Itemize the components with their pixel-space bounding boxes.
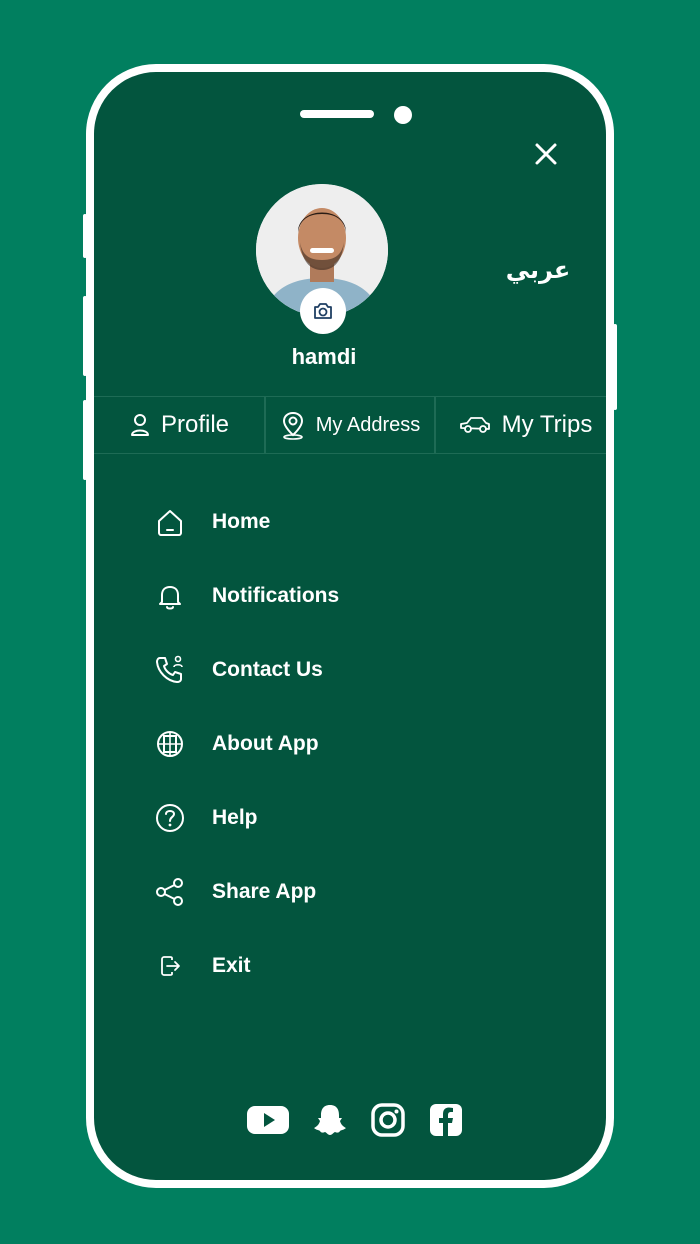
facebook-icon[interactable] <box>428 1102 464 1138</box>
menu-label: Help <box>212 806 258 829</box>
menu-item-contact-us[interactable]: Contact Us <box>150 650 450 690</box>
menu-item-notifications[interactable]: Notifications <box>150 576 450 616</box>
instagram-icon[interactable] <box>370 1102 406 1138</box>
menu-label: About App <box>212 732 319 755</box>
menu-label: Exit <box>212 954 251 977</box>
front-camera <box>394 106 412 124</box>
menu-label: Contact Us <box>212 658 323 681</box>
username: hamdi <box>291 344 357 369</box>
menu-item-exit[interactable]: Exit <box>150 946 450 986</box>
camera-icon <box>314 303 332 319</box>
menu-item-help[interactable]: Help <box>150 798 450 838</box>
car-icon <box>459 417 490 433</box>
help-icon <box>150 798 190 838</box>
exit-icon <box>150 946 190 986</box>
menu-label: Notifications <box>212 584 340 607</box>
tab-label: My Trips <box>501 411 593 438</box>
close-button[interactable] <box>530 138 562 170</box>
menu-item-about-app[interactable]: About App <box>150 724 450 764</box>
youtube-icon[interactable] <box>246 1104 290 1136</box>
close-icon <box>535 143 557 165</box>
bell-icon <box>150 576 190 616</box>
share-icon <box>150 872 190 912</box>
snapchat-icon[interactable] <box>312 1102 348 1138</box>
side-menu-screen: عربي hamdi Profile My Address My Trips H… <box>94 72 606 1180</box>
tab-label: My Address <box>315 413 421 436</box>
home-icon <box>150 502 190 542</box>
speaker-grille <box>300 110 374 118</box>
language-toggle[interactable]: عربي <box>498 256 578 285</box>
social-links <box>246 1102 464 1138</box>
phone-frame: عربي hamdi Profile My Address My Trips H… <box>86 64 614 1188</box>
tab-label: Profile <box>160 411 230 438</box>
phone-icon <box>150 650 190 690</box>
tab-my-address[interactable]: My Address <box>264 397 434 453</box>
menu-item-home[interactable]: Home <box>150 502 450 542</box>
info-cube-icon <box>150 724 190 764</box>
menu-label: Share App <box>212 880 317 903</box>
location-pin-icon <box>282 411 303 440</box>
menu-label: Home <box>212 510 271 533</box>
tab-my-trips[interactable]: My Trips <box>434 397 606 453</box>
change-photo-button[interactable] <box>300 288 346 334</box>
tab-profile[interactable]: Profile <box>94 397 264 453</box>
profile-tabs: Profile My Address My Trips <box>94 396 606 454</box>
user-icon <box>130 414 149 436</box>
menu-item-share-app[interactable]: Share App <box>150 872 450 912</box>
